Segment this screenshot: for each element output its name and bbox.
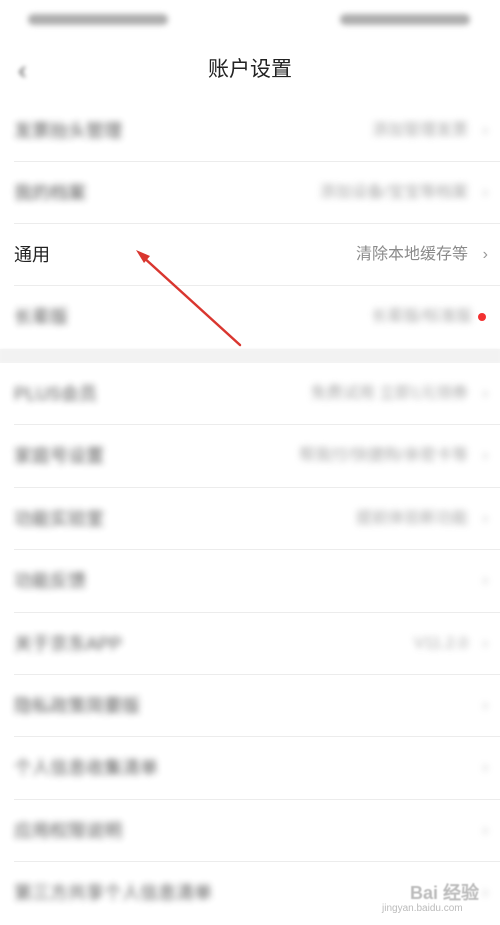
settings-row[interactable]: 功能反馈 › — [0, 550, 500, 613]
settings-row-label: 隐私政策简要版 — [14, 696, 140, 716]
page-title: 账户设置 — [208, 58, 292, 81]
settings-row[interactable]: PLUS会员 免费试用 立即1元领券 › — [0, 363, 500, 426]
settings-row[interactable]: 应用权限说明 › — [0, 800, 500, 863]
chevron-right-icon: › — [482, 447, 488, 465]
settings-row[interactable]: 功能实验室 提前体验新功能 › — [0, 488, 500, 551]
settings-row-label: 第三方共享个人信息清单 — [14, 883, 212, 904]
status-right-icons — [340, 14, 470, 25]
nav-header: ‹ 账户设置 — [0, 40, 500, 100]
settings-row-label: 应用权限说明 — [14, 820, 122, 841]
settings-row-value: 帮我付/快捷购/亲密卡等 — [299, 447, 468, 465]
settings-row-label: 个人信息收集清单 — [14, 758, 158, 779]
status-bar — [0, 0, 500, 40]
settings-row-label: PLUS会员 — [14, 384, 98, 404]
settings-row-label: 发票抬头管理 — [14, 121, 122, 141]
settings-group-account: 发票抬头管理 添加管理发票 › 我的档案 添加设备/宝宝等档案 › 通用 清除本地缓存等 › 长辈… — [0, 100, 500, 349]
settings-row-value: 添加管理发票 — [371, 122, 468, 139]
settings-row[interactable]: 关于京东APP V11.2.0 › — [0, 613, 500, 675]
settings-row-value: 提前体验新功能 — [355, 509, 468, 527]
settings-row[interactable]: 通用 清除本地缓存等 › — [0, 224, 500, 286]
watermark-url: jingyan.baidu.com — [382, 903, 463, 914]
settings-row[interactable]: 隐私政策简要版 › — [0, 675, 500, 738]
watermark-text: Bai 经验 — [410, 883, 480, 903]
settings-row[interactable]: 长辈版 长辈版/标准版 — [0, 286, 500, 348]
settings-row-label: 功能实验室 — [14, 508, 104, 529]
settings-row-value: V11.2.0 — [414, 634, 468, 652]
settings-row-value: 添加设备/宝宝等档案 — [319, 184, 468, 201]
chevron-right-icon: › — [482, 246, 488, 263]
chevron-right-icon: › — [482, 821, 488, 839]
chevron-right-icon: › — [482, 572, 488, 590]
chevron-right-icon: › — [482, 697, 488, 714]
settings-row-label: 我的档案 — [14, 183, 86, 203]
settings-row-label: 功能反馈 — [14, 571, 86, 592]
settings-row[interactable]: 我的档案 添加设备/宝宝等档案 › — [0, 162, 500, 224]
settings-row[interactable]: 发票抬头管理 添加管理发票 › — [0, 100, 500, 162]
new-indicator-dot — [478, 313, 486, 321]
settings-row-label: 关于京东APP — [14, 633, 123, 654]
settings-row-value: 长辈版/标准版 — [371, 308, 472, 325]
settings-row[interactable]: 家庭号设置 帮我付/快捷购/亲密卡等 › — [0, 425, 500, 488]
settings-row-value: 清除本地缓存等 — [355, 246, 468, 263]
watermark: Bai 经验 jingyan.baidu.com — [380, 875, 490, 919]
chevron-right-icon: › — [482, 385, 488, 402]
settings-row[interactable]: 个人信息收集清单 › — [0, 737, 500, 800]
settings-row-label: 家庭号设置 — [14, 446, 104, 467]
chevron-right-icon: › — [482, 184, 488, 201]
settings-row-value: 免费试用 立即1元领券 — [310, 385, 468, 402]
status-left-icons — [28, 14, 168, 25]
chevron-right-icon: › — [482, 509, 488, 527]
settings-row-label: 通用 — [14, 245, 50, 265]
settings-row-label: 长辈版 — [14, 307, 68, 327]
chevron-right-icon: › — [482, 634, 488, 652]
group-divider — [0, 349, 500, 363]
settings-group-app: PLUS会员 免费试用 立即1元领券 › 家庭号设置 帮我付/快捷购/亲密卡等 › 功能实验… — [0, 363, 500, 925]
chevron-right-icon: › — [482, 122, 488, 139]
chevron-right-icon: › — [482, 759, 488, 777]
